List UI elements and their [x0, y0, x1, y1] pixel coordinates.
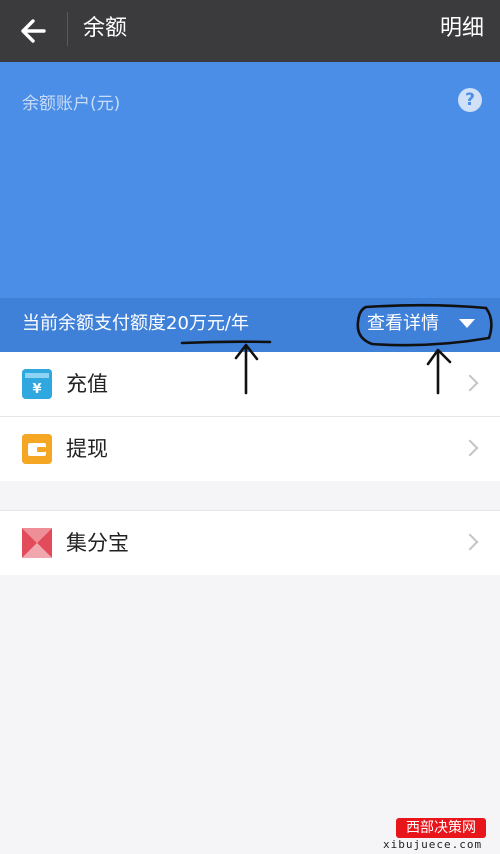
wallet-icon [22, 434, 52, 464]
caret-down-icon[interactable] [459, 319, 475, 328]
recharge-icon: ¥ [22, 369, 52, 399]
chevron-right-icon [461, 533, 479, 551]
action-list: ¥ 充值 提现 [0, 352, 500, 481]
top-bar: 余额 明细 [0, 0, 500, 62]
list-item-label: 提现 [66, 437, 108, 461]
help-icon[interactable]: ? [458, 88, 482, 112]
balance-account-label: 余额账户(元) [22, 94, 121, 114]
watermark-domain: xibujuece.com [383, 838, 483, 851]
balance-panel: 余额账户(元) ? [0, 62, 500, 298]
list-item-label: 充值 [66, 372, 108, 396]
back-button[interactable] [14, 14, 54, 48]
arrow-left-icon [21, 19, 46, 43]
jifenbao-icon [22, 528, 52, 558]
list-item-recharge[interactable]: ¥ 充值 [0, 352, 500, 416]
svg-text:¥: ¥ [32, 382, 41, 397]
list-item-withdraw[interactable]: 提现 [0, 416, 500, 481]
page-title: 余额 [83, 16, 128, 41]
chevron-right-icon [461, 439, 479, 457]
details-button[interactable]: 明细 [440, 14, 484, 44]
list-item-label: 集分宝 [66, 531, 129, 555]
points-list: 集分宝 [0, 510, 500, 575]
divider [67, 12, 68, 46]
chevron-right-icon [461, 374, 479, 392]
payment-limit-strip: 当前余额支付额度20万元/年 查看详情 [0, 298, 500, 352]
list-item-jifenbao[interactable]: 集分宝 [0, 511, 500, 575]
view-details-button[interactable]: 查看详情 [367, 312, 439, 336]
payment-limit-text: 当前余额支付额度20万元/年 [22, 313, 249, 334]
watermark-logo: 西部决策网 [396, 818, 486, 838]
